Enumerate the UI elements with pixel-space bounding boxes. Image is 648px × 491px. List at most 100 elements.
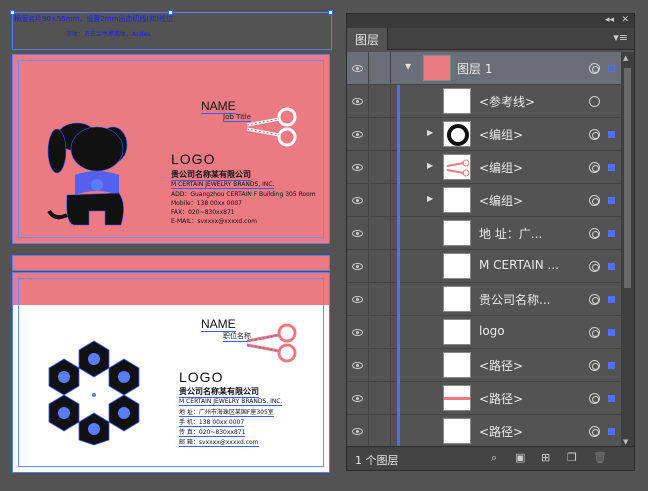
sublayer-row[interactable]: 贵公司名称... bbox=[347, 283, 622, 316]
lock-toggle[interactable] bbox=[369, 118, 391, 151]
visibility-toggle[interactable] bbox=[347, 283, 369, 316]
layer-label[interactable]: <编组> bbox=[479, 192, 523, 209]
locate-object-icon[interactable]: ⌕ bbox=[491, 451, 497, 465]
bleed-strip[interactable] bbox=[12, 255, 330, 271]
layer-label[interactable]: <路径> bbox=[479, 357, 523, 374]
selection-indicator[interactable] bbox=[608, 395, 615, 402]
selection-indicator[interactable] bbox=[608, 263, 615, 270]
hexagon-icon-cluster[interactable] bbox=[39, 337, 149, 447]
sublayer-row[interactable]: ▶ <编组> bbox=[347, 118, 622, 151]
target-icon[interactable] bbox=[589, 63, 600, 74]
layer-list[interactable]: ▼ 图层 1 <参考线> ▶ <编组> ▶ <编组> ▶ <编组> 地 址：广.… bbox=[347, 52, 622, 448]
selection-indicator[interactable] bbox=[608, 230, 615, 237]
visibility-toggle[interactable] bbox=[347, 382, 369, 415]
lock-toggle[interactable] bbox=[369, 316, 391, 349]
selection-handle[interactable] bbox=[328, 10, 333, 15]
business-card-front[interactable]: NAME Job Title LOGO 贵公司名称某有限公司 M CERTAIN… bbox=[12, 54, 330, 244]
sublayer-row[interactable]: ▶ <编组> bbox=[347, 151, 622, 184]
back-name[interactable]: NAME bbox=[201, 317, 236, 332]
selection-indicator[interactable] bbox=[608, 362, 615, 369]
lock-toggle[interactable] bbox=[369, 184, 391, 217]
layer-label[interactable]: <路径> bbox=[479, 390, 523, 407]
layer-label[interactable]: M CERTAIN ... bbox=[479, 258, 559, 272]
target-icon[interactable] bbox=[589, 327, 600, 338]
target-icon[interactable] bbox=[589, 228, 600, 239]
layer-label[interactable]: <编组> bbox=[479, 159, 523, 176]
new-sublayer-icon[interactable]: ⊞ bbox=[541, 451, 550, 464]
lock-toggle[interactable] bbox=[369, 85, 391, 118]
visibility-toggle[interactable] bbox=[347, 250, 369, 283]
target-icon[interactable] bbox=[589, 162, 600, 173]
close-icon[interactable]: ✕ bbox=[621, 15, 629, 25]
dog-illustration[interactable] bbox=[35, 115, 147, 235]
artboard-canvas[interactable]: 横版名片90×55mm，设置2mm出血切线(和)线位 字体：方正兰亭黑简体、An… bbox=[0, 0, 345, 491]
sublayer-row[interactable]: <参考线> bbox=[347, 85, 622, 118]
selection-indicator[interactable] bbox=[608, 131, 615, 138]
front-logo[interactable]: LOGO bbox=[171, 151, 215, 167]
visibility-toggle[interactable] bbox=[347, 415, 369, 448]
back-mobile[interactable]: 手 机：138 00xx 0007 bbox=[179, 417, 245, 427]
lock-toggle[interactable] bbox=[369, 52, 391, 85]
front-email[interactable]: E-MAIL：svxxxx@xxxxd.com bbox=[171, 216, 257, 225]
target-icon[interactable] bbox=[589, 96, 600, 107]
chevron-right-icon[interactable]: ▶ bbox=[427, 128, 433, 137]
scroll-down-icon[interactable]: ▼ bbox=[623, 438, 628, 446]
layer-label[interactable]: 贵公司名称... bbox=[479, 291, 550, 308]
sublayer-row[interactable]: <路径> bbox=[347, 382, 622, 415]
visibility-toggle[interactable] bbox=[347, 85, 369, 118]
lock-toggle[interactable] bbox=[369, 217, 391, 250]
scroll-up-icon[interactable]: ▲ bbox=[623, 54, 628, 62]
double-chevron-left-icon[interactable]: ◂◂ bbox=[605, 15, 614, 25]
front-name[interactable]: NAME bbox=[201, 99, 236, 114]
back-address[interactable]: 地 址：广州市海珠区某国F座305室 bbox=[179, 407, 274, 417]
panel-menu-icon[interactable]: ▾≡ bbox=[613, 31, 628, 44]
scissors-illustration[interactable] bbox=[245, 105, 299, 149]
business-card-back[interactable]: NAME 职位名称 LOGO 贵公司名称某有限公司 M CERTAIN JEWE… bbox=[12, 272, 330, 473]
layer-scrollbar[interactable]: ▲ ▼ bbox=[621, 52, 634, 448]
front-mobile[interactable]: Mobile：138 00xx 0007 bbox=[171, 198, 242, 207]
lock-toggle[interactable] bbox=[369, 382, 391, 415]
layer-label[interactable]: <路径> bbox=[479, 423, 523, 440]
trash-icon[interactable]: 🗑 bbox=[593, 451, 607, 464]
lock-toggle[interactable] bbox=[369, 250, 391, 283]
lock-toggle[interactable] bbox=[369, 151, 391, 184]
scissors-illustration[interactable] bbox=[245, 321, 299, 365]
sublayer-row[interactable]: logo bbox=[347, 316, 622, 349]
target-icon[interactable] bbox=[589, 426, 600, 437]
selection-indicator[interactable] bbox=[608, 296, 615, 303]
tab-layers[interactable]: 图层 bbox=[347, 28, 389, 50]
target-icon[interactable] bbox=[589, 360, 600, 371]
target-icon[interactable] bbox=[589, 195, 600, 206]
layer-label[interactable]: logo bbox=[479, 324, 505, 338]
sublayer-row[interactable]: ▶ <编组> bbox=[347, 184, 622, 217]
lock-toggle[interactable] bbox=[369, 283, 391, 316]
visibility-toggle[interactable] bbox=[347, 217, 369, 250]
sublayer-row[interactable]: <路径> bbox=[347, 415, 622, 448]
chevron-right-icon[interactable]: ▶ bbox=[427, 161, 433, 170]
back-fax[interactable]: 传 真：020~830xx871 bbox=[179, 427, 246, 437]
front-company-en[interactable]: M CERTAIN JEWELRY BRANDS, INC. bbox=[171, 181, 275, 189]
target-icon[interactable] bbox=[589, 261, 600, 272]
clipping-mask-icon[interactable]: ▣ bbox=[515, 451, 525, 464]
selection-indicator[interactable] bbox=[608, 329, 615, 336]
front-address[interactable]: ADD：Guangzhou CERTAIN F Building 305 Roo… bbox=[171, 189, 316, 198]
front-company-name[interactable]: 贵公司名称某有限公司 bbox=[171, 169, 251, 181]
selection-indicator[interactable] bbox=[608, 197, 615, 204]
sublayer-row[interactable]: <路径> bbox=[347, 349, 622, 382]
sublayer-row[interactable]: 地 址：广... bbox=[347, 217, 622, 250]
visibility-toggle[interactable] bbox=[347, 118, 369, 151]
layer-row[interactable]: ▼ 图层 1 bbox=[347, 52, 622, 85]
selection-indicator[interactable] bbox=[608, 65, 615, 72]
target-icon[interactable] bbox=[589, 393, 600, 404]
back-logo[interactable]: LOGO bbox=[179, 369, 223, 385]
scroll-thumb[interactable] bbox=[624, 68, 631, 288]
chevron-right-icon[interactable]: ▶ bbox=[427, 194, 433, 203]
layer-label[interactable]: 图层 1 bbox=[457, 60, 492, 77]
selection-handle[interactable] bbox=[168, 10, 173, 15]
new-layer-icon[interactable]: ❐ bbox=[567, 451, 577, 464]
selection-indicator[interactable] bbox=[608, 164, 615, 171]
back-email[interactable]: 邮 箱：svxxxx@xxxxd.com bbox=[179, 437, 259, 447]
target-icon[interactable] bbox=[589, 129, 600, 140]
sublayer-row[interactable]: M CERTAIN ... bbox=[347, 250, 622, 283]
panel-titlebar[interactable]: ◂◂ ✕ bbox=[347, 14, 634, 28]
